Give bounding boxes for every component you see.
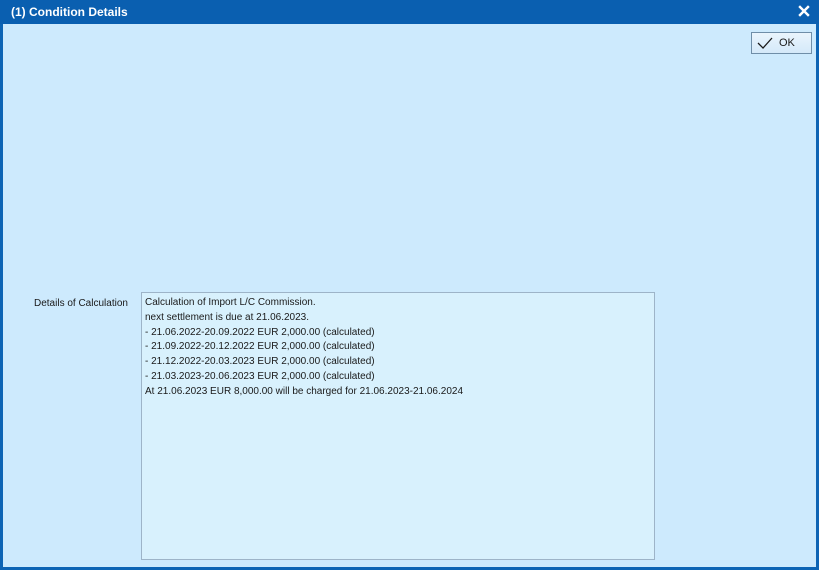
details-line: Calculation of Import L/C Commission. [145, 297, 316, 308]
details-line: - 21.12.2022-20.03.2023 EUR 2,000.00 (ca… [145, 356, 375, 368]
details-line: At 21.06.2023 EUR 8,000.00 will be charg… [145, 385, 464, 397]
window-title: (1) Condition Details [11, 5, 128, 19]
condition-details-dialog: (1) Condition Details OK Details of Calc… [0, 0, 819, 570]
title-bar[interactable]: (1) Condition Details [0, 0, 819, 24]
details-of-calculation-textarea[interactable]: Calculation of Import L/C Commission. ne… [141, 292, 655, 560]
details-line: - 21.09.2022-20.12.2022 EUR 2,000.00 (ca… [145, 341, 375, 353]
close-icon [798, 5, 810, 17]
details-of-calculation-label: Details of Calculation [34, 298, 128, 309]
details-line: next settlement is due at 21.06.2023. [145, 311, 309, 323]
ok-button-label: OK [779, 37, 795, 49]
checkmark-icon [757, 37, 773, 49]
ok-button[interactable]: OK [751, 32, 812, 54]
close-button[interactable] [797, 4, 811, 18]
details-line: - 21.06.2022-20.09.2022 EUR 2,000.00 (ca… [145, 326, 375, 338]
details-line: - 21.03.2023-20.06.2023 EUR 2,000.00 (ca… [145, 370, 375, 382]
